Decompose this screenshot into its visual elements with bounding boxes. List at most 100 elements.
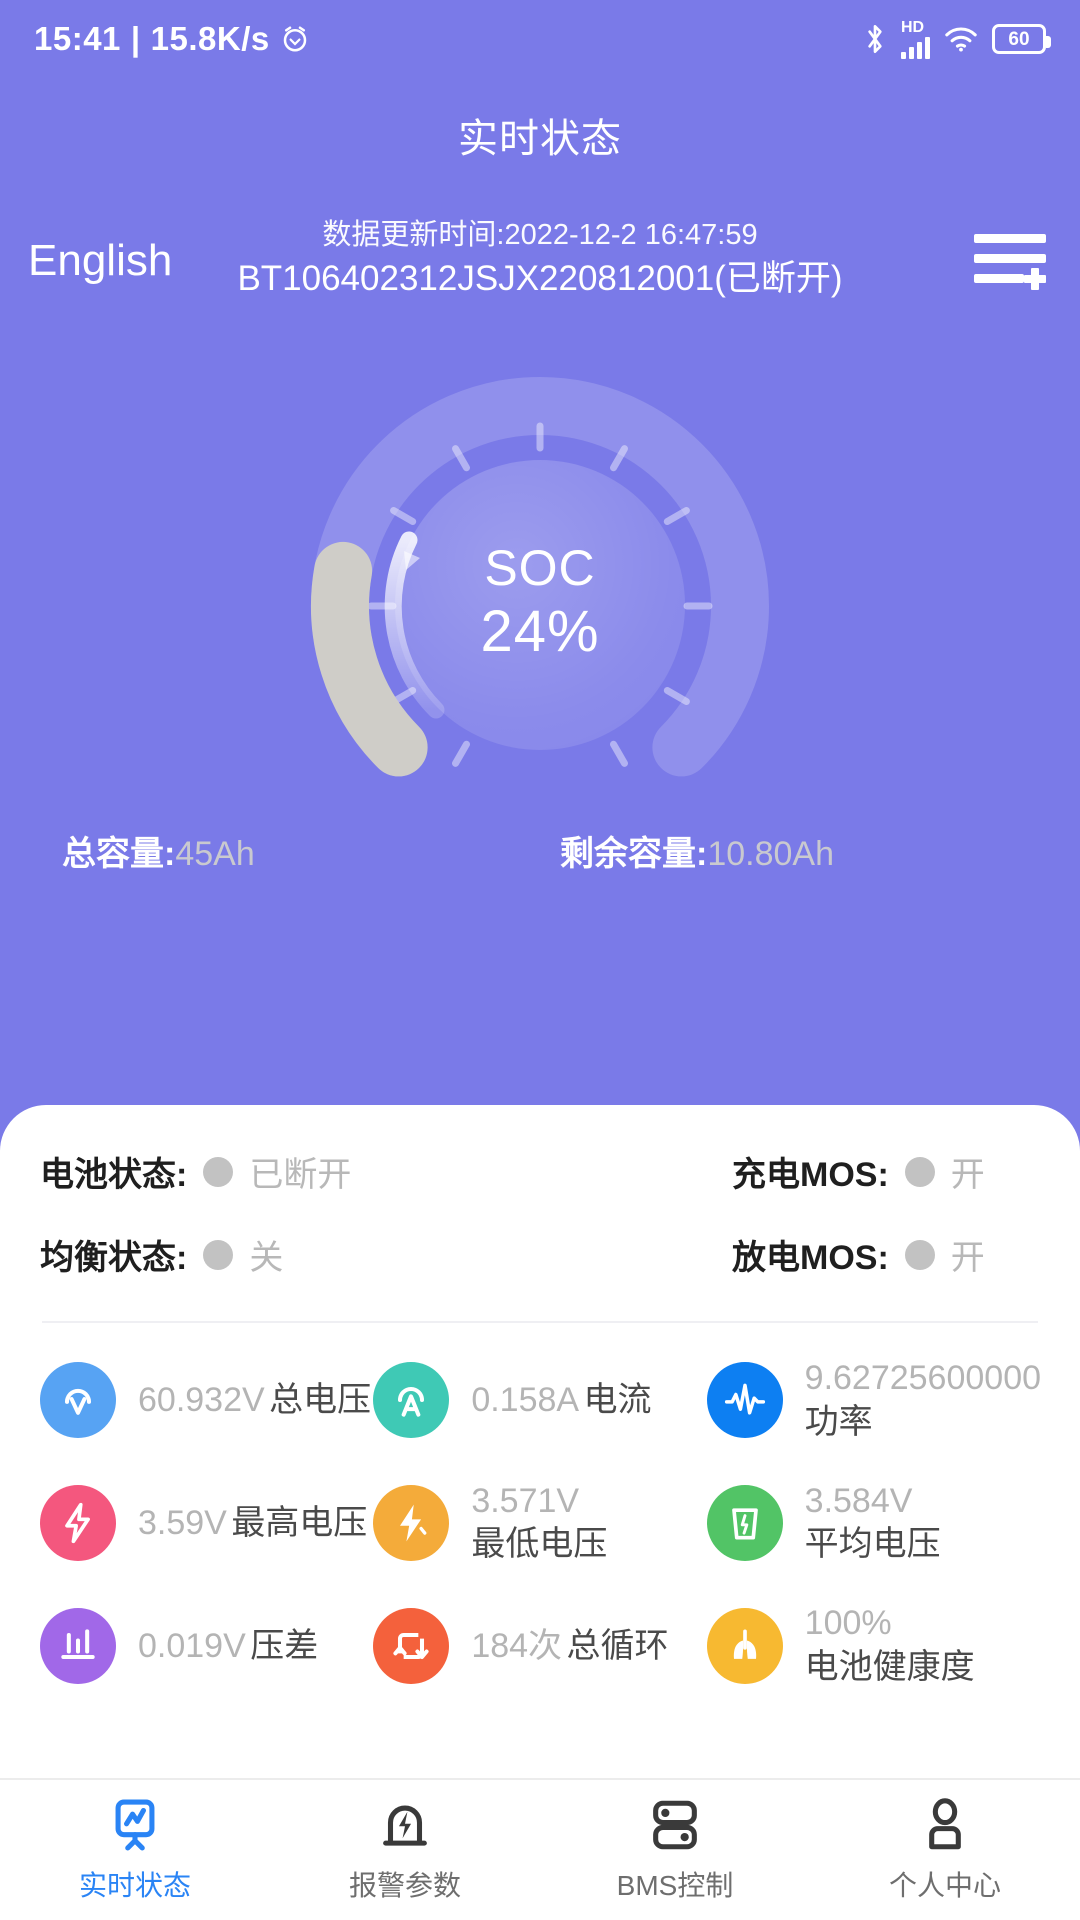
menu-button[interactable] — [974, 232, 1046, 290]
metric-label: 功率 — [804, 1402, 873, 1441]
soc-label: SOC — [484, 540, 596, 597]
status-dot-icon — [203, 1239, 234, 1270]
tab-label: 报警参数 — [348, 1870, 461, 1901]
status-label: 均衡状态: — [40, 1239, 188, 1277]
total-capacity-value: 45Ah — [175, 835, 255, 873]
status-grid: 电池状态: 已断开 充电MOS: 开 均衡状态: 关 放电MOS: 开 — [40, 1105, 1040, 1279]
status-separator: | — [130, 20, 141, 57]
status-dot-icon — [904, 1156, 935, 1187]
status-bar-left: 15:41 | 15.8K/s — [34, 20, 310, 58]
status-label: 电池状态: — [40, 1156, 188, 1194]
metric-value: 3.584V — [804, 1481, 913, 1520]
device-info-block: 数据更新时间:2022-12-2 16:47:59 BT106402312JSJ… — [0, 214, 1080, 302]
metric-value: 100% — [804, 1604, 892, 1643]
battery-level: 60 — [1008, 28, 1030, 50]
menu-bar — [974, 254, 1046, 263]
battery-indicator: 60 — [992, 24, 1051, 54]
metric-max-voltage[interactable]: 3.59V 最高电压 — [40, 1480, 373, 1567]
total-capacity-label: 总容量: — [62, 835, 176, 873]
cycle-icon — [373, 1607, 450, 1684]
remaining-capacity: 剩余容量:10.80Ah — [520, 826, 1018, 875]
tab-alarm-parameters[interactable]: 报警参数 — [270, 1780, 540, 1920]
metric-label: 电池健康度 — [804, 1647, 975, 1686]
ammeter-icon — [373, 1362, 450, 1439]
device-id: BT106402312JSJX220812001(已断开) — [237, 259, 843, 299]
header-row: English 数据更新时间:2022-12-2 16:47:59 BT1064… — [0, 214, 1080, 324]
menu-bar — [974, 234, 1046, 243]
plus-icon — [1024, 268, 1046, 290]
tab-bms-control[interactable]: BMS控制 — [540, 1780, 810, 1920]
person-icon — [929, 1798, 961, 1850]
tab-profile[interactable]: 个人中心 — [810, 1780, 1080, 1920]
battery-control-icon — [653, 1800, 697, 1850]
alarm-clock-icon — [283, 26, 306, 52]
status-label: 放电MOS: — [732, 1239, 889, 1277]
levels-icon — [40, 1607, 116, 1684]
status-value: 开 — [950, 1156, 985, 1194]
bolt-high-icon — [40, 1485, 116, 1562]
metric-value: 3.571V — [471, 1481, 580, 1520]
tab-label: BMS控制 — [616, 1870, 734, 1901]
bluetooth-icon — [868, 25, 882, 53]
alarm-bolt-icon — [383, 1805, 427, 1846]
metric-value: 9.62725600000 — [804, 1359, 1042, 1397]
status-dot-icon — [203, 1156, 234, 1187]
metric-label: 总循环 — [566, 1626, 669, 1665]
metric-power[interactable]: 9.62725600000 功率 — [706, 1357, 1042, 1444]
metrics-grid: 60.932V 总电压 0.158A 电流 9.62725600000 功率 3… — [40, 1323, 1042, 1689]
waveform-icon — [706, 1362, 783, 1439]
metric-value: 60.932V — [138, 1381, 265, 1420]
metric-label: 压差 — [250, 1626, 319, 1665]
voltmeter-icon — [40, 1362, 116, 1439]
tab-realtime-status[interactable]: 实时状态 — [0, 1780, 270, 1920]
metric-total-cycles[interactable]: 184次 总循环 — [373, 1602, 706, 1689]
metric-voltage-diff[interactable]: 0.019V 压差 — [40, 1602, 373, 1689]
status-value: 已断开 — [249, 1156, 352, 1194]
clock-time: 15:41 — [34, 20, 121, 57]
hd-label: HD — [901, 18, 925, 36]
metric-current[interactable]: 0.158A 电流 — [373, 1357, 706, 1444]
status-dot-icon — [904, 1239, 935, 1270]
metric-average-voltage[interactable]: 3.584V 平均电压 — [706, 1480, 1040, 1567]
status-value: 关 — [249, 1239, 284, 1277]
metric-value: 0.019V — [138, 1626, 246, 1665]
network-speed: 15.8K/s — [150, 20, 270, 57]
health-lungs-icon — [706, 1607, 783, 1684]
status-bar-right: HD 60 — [863, 18, 1051, 59]
bolt-low-icon — [373, 1485, 450, 1562]
remaining-capacity-label: 剩余容量: — [560, 835, 708, 873]
tab-label: 个人中心 — [888, 1870, 1001, 1901]
menu-bar — [974, 274, 1024, 283]
battery-average-icon — [706, 1485, 783, 1562]
status-value: 开 — [950, 1239, 985, 1277]
metric-value: 184次 — [471, 1626, 563, 1665]
metric-total-voltage[interactable]: 60.932V 总电压 — [40, 1357, 373, 1444]
metric-value: 3.59V — [138, 1503, 227, 1542]
monitor-icon — [115, 1799, 155, 1851]
soc-gauge: SOC 24% — [0, 338, 1080, 818]
total-capacity: 总容量:45Ah — [62, 826, 520, 875]
status-item-battery: 电池状态: 已断开 — [40, 1147, 540, 1196]
capacity-row: 总容量:45Ah 剩余容量:10.80Ah — [0, 826, 1080, 875]
status-item-charge-mos: 充电MOS: 开 — [540, 1147, 1040, 1196]
soc-value: 24% — [480, 599, 600, 665]
status-item-balance: 均衡状态: 关 — [40, 1230, 540, 1279]
tab-label: 实时状态 — [78, 1870, 191, 1901]
metric-label: 平均电压 — [804, 1525, 941, 1564]
status-label: 充电MOS: — [732, 1156, 889, 1194]
metric-label: 电流 — [583, 1381, 652, 1420]
wifi-icon — [945, 27, 977, 52]
status-bar: 15:41 | 15.8K/s HD 60 — [0, 0, 1080, 78]
metric-value: 0.158A — [471, 1381, 580, 1420]
metric-label: 最低电压 — [471, 1525, 608, 1564]
cellular-signal: HD — [901, 18, 930, 59]
metric-battery-health[interactable]: 100% 电池健康度 — [706, 1602, 1040, 1689]
status-item-discharge-mos: 放电MOS: 开 — [540, 1230, 1040, 1279]
signal-bars-icon — [901, 36, 930, 59]
page-title: 实时状态 — [458, 117, 622, 161]
metric-min-voltage[interactable]: 3.571V 最低电压 — [373, 1480, 706, 1567]
metric-label: 总电压 — [269, 1381, 372, 1420]
bottom-navigation: 实时状态 报警参数 BMS控制 个人中心 — [0, 1778, 1080, 1920]
remaining-capacity-value: 10.80Ah — [707, 835, 834, 873]
metric-label: 最高电压 — [231, 1503, 368, 1542]
